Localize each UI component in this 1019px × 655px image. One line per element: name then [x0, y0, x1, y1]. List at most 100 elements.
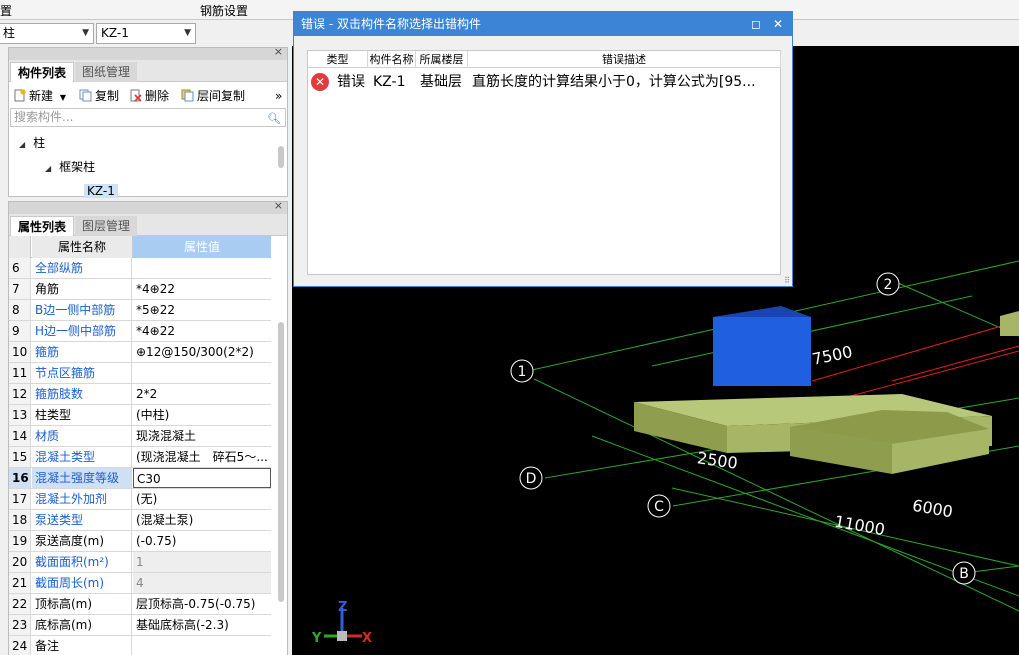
expand-triangle-icon[interactable]: ◢: [45, 164, 51, 173]
property-value[interactable]: *5⊕22: [133, 300, 271, 320]
property-row[interactable]: 10 箍筋 ⊕12@150/300(2*2): [9, 342, 271, 363]
property-tabs: 属性列表 图层管理: [9, 214, 287, 236]
chevron-down-icon: ▼: [82, 28, 89, 38]
property-row[interactable]: 14 材质 现浇混凝土: [9, 426, 271, 447]
delete-button[interactable]: 删除: [129, 87, 169, 105]
floor-copy-button[interactable]: 层间复制: [181, 87, 245, 105]
property-value[interactable]: C30: [133, 468, 271, 488]
property-value[interactable]: 2*2: [133, 384, 271, 404]
column-header-floor[interactable]: 所属楼层: [416, 51, 468, 68]
property-value[interactable]: (现浇混凝土 碎石5～...: [133, 447, 271, 467]
property-name: 泵送类型: [32, 510, 132, 530]
category-dropdown[interactable]: 柱 ▼: [0, 23, 94, 44]
copy-button[interactable]: 复制: [79, 87, 119, 105]
property-scrollbar[interactable]: [278, 322, 284, 602]
row-number: 16: [9, 468, 31, 488]
property-list-panel: × 属性列表 图层管理 属性名称 属性值 6 全部纵筋 7 角筋 *4⊕22 8 B边一侧中…: [8, 199, 288, 655]
property-row[interactable]: 11 节点区箍筋: [9, 363, 271, 384]
property-name: 全部纵筋: [32, 258, 132, 278]
property-value[interactable]: [133, 363, 271, 383]
delete-label: 删除: [145, 89, 170, 103]
property-value[interactable]: (-0.75): [133, 531, 271, 551]
property-value[interactable]: 4: [133, 573, 271, 593]
resize-grip-icon[interactable]: ⠿: [784, 276, 790, 285]
row-number: 24: [9, 636, 31, 655]
top-menu-item[interactable]: 置: [0, 2, 12, 19]
rebar-settings-menu[interactable]: 钢筋设置: [200, 2, 248, 19]
tree-node-kz1[interactable]: KZ-1: [84, 182, 118, 200]
dimension-label: 7500: [810, 342, 854, 369]
property-row[interactable]: 23 底标高(m) 基础底标高(-2.3): [9, 615, 271, 636]
axis-marker: B: [952, 561, 976, 585]
property-value[interactable]: *4⊕22: [133, 279, 271, 299]
property-row[interactable]: 16 混凝土强度等级 C30: [9, 468, 271, 489]
column-kz1-model[interactable]: [713, 306, 811, 386]
error-component-name[interactable]: KZ-1: [373, 72, 405, 92]
component-dropdown[interactable]: KZ-1 ▼: [96, 23, 196, 44]
property-row[interactable]: 17 混凝土外加剂 (无): [9, 489, 271, 510]
property-row[interactable]: 20 截面面积(m²) 1: [9, 552, 271, 573]
property-value[interactable]: (中柱): [133, 405, 271, 425]
component-search-input[interactable]: 搜索构件... 🔍︎: [10, 108, 286, 127]
property-value[interactable]: 现浇混凝土: [133, 426, 271, 446]
row-number: 19: [9, 531, 31, 551]
property-name: 混凝土强度等级: [32, 468, 132, 488]
property-name: 混凝土类型: [32, 447, 132, 467]
column-header-type[interactable]: 类型: [308, 51, 368, 68]
property-value[interactable]: *4⊕22: [133, 321, 271, 341]
property-row[interactable]: 19 泵送高度(m) (-0.75): [9, 531, 271, 552]
tab-property-list[interactable]: 属性列表: [10, 216, 75, 236]
property-name: 角筋: [32, 279, 132, 299]
property-row[interactable]: 15 混凝土类型 (现浇混凝土 碎石5～...: [9, 447, 271, 468]
tree-node-column[interactable]: ◢ 柱: [19, 134, 45, 152]
error-list: 类型 构件名称 所属楼层 错误描述 ✕ 错误 KZ-1 基础层 直筋长度的计算结…: [307, 50, 781, 275]
search-icon[interactable]: 🔍︎: [267, 110, 281, 127]
close-icon[interactable]: ✕: [768, 12, 788, 36]
property-value[interactable]: 基础底标高(-2.3): [133, 615, 271, 635]
error-icon: ✕: [311, 73, 329, 91]
new-button[interactable]: 新建 ▼: [13, 87, 66, 105]
property-row[interactable]: 21 截面周长(m) 4: [9, 573, 271, 594]
property-name: 泵送高度(m): [32, 531, 132, 551]
axis-label: C: [654, 499, 664, 515]
expand-triangle-icon[interactable]: ◢: [19, 140, 25, 149]
property-value[interactable]: 层顶标高-0.75(-0.75): [133, 594, 271, 614]
property-name: 截面面积(m²): [32, 552, 132, 572]
selector-row: 柱 ▼ KZ-1 ▼: [0, 21, 292, 45]
property-row[interactable]: 13 柱类型 (中柱): [9, 405, 271, 426]
property-row[interactable]: 9 H边一侧中部筋 *4⊕22: [9, 321, 271, 342]
property-row[interactable]: 12 箍筋肢数 2*2: [9, 384, 271, 405]
row-number: 21: [9, 573, 31, 593]
row-number: 13: [9, 405, 31, 425]
property-value[interactable]: 1: [133, 552, 271, 572]
tree-node-frame-column[interactable]: ◢ 框架柱: [45, 158, 95, 176]
tree-node-label: KZ-1: [84, 184, 118, 198]
property-value[interactable]: [133, 258, 271, 278]
property-row[interactable]: 8 B边一侧中部筋 *5⊕22: [9, 300, 271, 321]
property-value[interactable]: (混凝土泵): [133, 510, 271, 530]
property-name: 底标高(m): [32, 615, 132, 635]
property-row[interactable]: 7 角筋 *4⊕22: [9, 279, 271, 300]
more-tools-icon[interactable]: »: [275, 87, 282, 105]
property-row[interactable]: 24 备注: [9, 636, 271, 655]
tree-scrollbar[interactable]: [278, 146, 284, 168]
close-icon[interactable]: ×: [274, 45, 283, 58]
error-row[interactable]: ✕ 错误 KZ-1 基础层 直筋长度的计算结果小于0，计算公式为[95...: [308, 70, 780, 92]
tab-component-list[interactable]: 构件列表: [10, 62, 75, 82]
property-row[interactable]: 22 顶标高(m) 层顶标高-0.75(-0.75): [9, 594, 271, 615]
dialog-titlebar[interactable]: 错误 - 双击构件名称选择出错构件 ◻ ✕: [294, 12, 792, 36]
maximize-icon[interactable]: ◻: [746, 12, 766, 36]
property-name: B边一侧中部筋: [32, 300, 132, 320]
tab-layer-management[interactable]: 图层管理: [75, 216, 138, 236]
copy-label: 复制: [95, 89, 120, 103]
property-value[interactable]: [133, 636, 271, 655]
property-name: 箍筋肢数: [32, 384, 132, 404]
property-row[interactable]: 6 全部纵筋: [9, 258, 271, 279]
property-value[interactable]: (无): [133, 489, 271, 509]
property-row[interactable]: 18 泵送类型 (混凝土泵): [9, 510, 271, 531]
close-icon[interactable]: ×: [274, 199, 283, 212]
property-value[interactable]: ⊕12@150/300(2*2): [133, 342, 271, 362]
column-header-description[interactable]: 错误描述: [468, 51, 781, 68]
tab-drawing-management[interactable]: 图纸管理: [75, 62, 138, 82]
column-header-name[interactable]: 构件名称: [368, 51, 416, 68]
